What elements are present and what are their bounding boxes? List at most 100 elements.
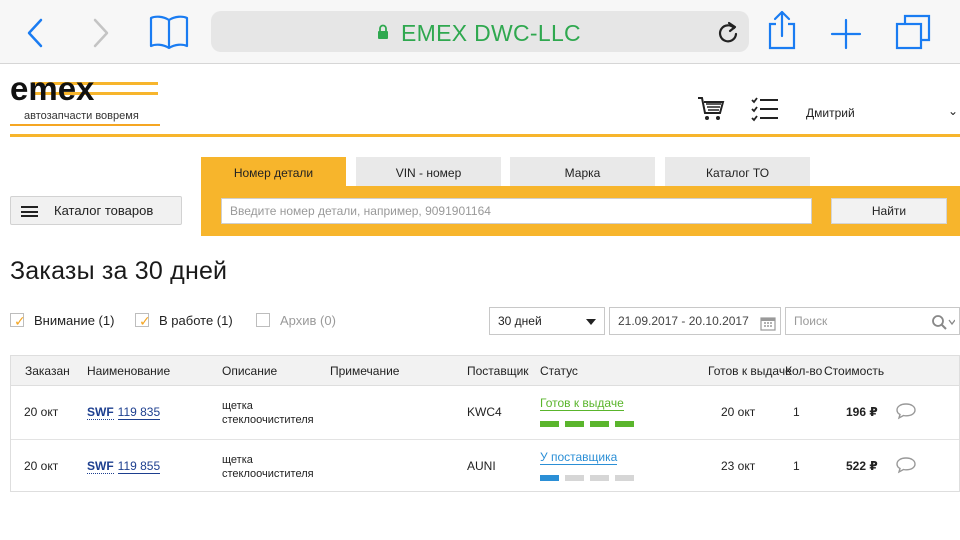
address-bar[interactable]: EMEX DWC-LLC	[211, 11, 749, 52]
quantity: 1	[793, 459, 800, 473]
progress-segment	[615, 475, 634, 481]
ready-date: 20 окт	[721, 405, 756, 419]
col-name[interactable]: Наименование	[87, 364, 170, 378]
table-row[interactable]: 20 окт SWF 119 835 щетка стеклоочистителя…	[11, 386, 959, 439]
progress-segment	[540, 475, 559, 481]
checkbox[interactable]	[256, 313, 270, 327]
part-number-link[interactable]: 119 835	[117, 405, 161, 420]
status-cell: У поставщика	[540, 450, 618, 465]
part-number-link[interactable]: 119 855	[117, 459, 161, 474]
filter-in-work-label: В работе (1)	[159, 313, 233, 328]
logo-tagline: автозапчасти вовремя	[24, 110, 139, 122]
progress-segment	[565, 421, 584, 427]
page-title: Заказы за 30 дней	[10, 257, 228, 285]
ready-date: 23 окт	[721, 459, 756, 473]
part-description: щетка стеклоочистителя	[222, 399, 314, 427]
date-range-value: 21.09.2017 - 20.10.2017	[618, 314, 749, 328]
tab-part-number[interactable]: Номер детали	[201, 157, 346, 186]
col-description[interactable]: Описание	[222, 364, 277, 378]
description-line: стеклоочистителя	[222, 468, 314, 480]
filter-archive-label: Архив (0)	[280, 313, 336, 328]
quantity: 1	[793, 405, 800, 419]
browser-toolbar: EMEX DWC-LLC	[0, 0, 960, 64]
checkmark-icon: ✓	[139, 313, 151, 329]
supplier: AUNI	[467, 459, 496, 473]
plus-icon[interactable]	[830, 18, 862, 55]
ordered-date: 20 окт	[24, 405, 59, 419]
comment-icon[interactable]	[895, 402, 917, 425]
col-note[interactable]: Примечание	[330, 364, 399, 378]
col-ready[interactable]: Готов к выдаче	[708, 364, 792, 378]
filter-attention[interactable]: ✓ Внимание (1)	[10, 312, 120, 330]
progress-segment	[590, 475, 609, 481]
col-ordered[interactable]: Заказан	[25, 364, 70, 378]
status-link[interactable]: Готов к выдаче	[540, 396, 624, 411]
catalog-button[interactable]: Каталог товаров	[10, 196, 182, 225]
table-header: Заказан Наименование Описание Примечание…	[11, 356, 959, 386]
tabs-icon[interactable]	[895, 14, 931, 55]
part-name: SWF 119 835	[87, 405, 161, 420]
emex-logo[interactable]: emex	[10, 70, 160, 111]
description-line: щетка	[222, 454, 253, 466]
lock-icon	[377, 24, 389, 45]
share-icon[interactable]	[766, 10, 798, 55]
search-icon[interactable]	[931, 313, 956, 339]
status-progress	[540, 421, 635, 427]
catalog-button-label: Каталог товаров	[54, 203, 154, 218]
progress-segment	[540, 421, 559, 427]
part-description: щетка стеклоочистителя	[222, 453, 314, 481]
date-range-field[interactable]: 21.09.2017 - 20.10.2017	[609, 307, 781, 335]
col-status[interactable]: Статус	[540, 364, 578, 378]
forward-chevron-icon[interactable]	[92, 18, 110, 53]
orders-search-placeholder: Поиск	[794, 314, 828, 328]
orders-table: Заказан Наименование Описание Примечание…	[10, 355, 960, 492]
part-name: SWF 119 855	[87, 459, 161, 474]
orders-search-input[interactable]: Поиск	[785, 307, 960, 335]
url-text: EMEX DWC-LLC	[401, 20, 581, 46]
comment-icon[interactable]	[895, 456, 917, 479]
search-panel: Введите номер детали, например, 90919011…	[201, 186, 960, 236]
user-name[interactable]: Дмитрий	[806, 106, 855, 120]
logo-text: emex	[10, 72, 95, 106]
status-progress	[540, 475, 635, 481]
cost: 522 ₽	[846, 459, 878, 473]
brand-link[interactable]: SWF	[87, 459, 114, 474]
supplier: KWC4	[467, 405, 502, 419]
col-cost[interactable]: Стоимость	[824, 364, 884, 378]
tab-brand[interactable]: Марка	[510, 157, 655, 186]
period-select[interactable]: 30 дней	[489, 307, 605, 335]
progress-segment	[615, 421, 634, 427]
description-line: стеклоочистителя	[222, 414, 314, 426]
filter-attention-label: Внимание (1)	[34, 313, 115, 328]
part-number-search-input[interactable]: Введите номер детали, например, 90919011…	[221, 198, 812, 224]
status-cell: Готов к выдаче	[540, 396, 624, 411]
bookmarks-book-icon[interactable]	[149, 14, 189, 55]
filter-in-work[interactable]: ✓ В работе (1)	[135, 312, 245, 330]
period-select-value: 30 дней	[498, 314, 542, 328]
menu-icon	[21, 206, 38, 217]
back-chevron-icon[interactable]	[26, 18, 44, 53]
cart-icon[interactable]	[697, 96, 725, 127]
tab-maintenance-catalog[interactable]: Каталог ТО	[665, 157, 810, 186]
calendar-icon[interactable]	[760, 314, 776, 340]
logo-underline	[10, 124, 160, 126]
dropdown-caret-icon	[586, 319, 596, 325]
col-supplier[interactable]: Поставщик	[467, 364, 529, 378]
reload-icon[interactable]	[717, 20, 739, 49]
find-button[interactable]: Найти	[831, 198, 947, 224]
chevron-down-icon[interactable]: ⌄	[948, 104, 958, 118]
filter-archive[interactable]: Архив (0)	[256, 312, 356, 330]
checkbox[interactable]: ✓	[135, 313, 151, 329]
ordered-date: 20 окт	[24, 459, 59, 473]
progress-segment	[565, 475, 584, 481]
table-row[interactable]: 20 окт SWF 119 855 щетка стеклоочистителя…	[11, 439, 959, 492]
header-divider	[10, 134, 960, 137]
col-qty[interactable]: Кол-во	[785, 364, 822, 378]
tab-vin[interactable]: VIN - номер	[356, 157, 501, 186]
checkbox[interactable]: ✓	[10, 313, 26, 329]
brand-link[interactable]: SWF	[87, 405, 114, 420]
cost: 196 ₽	[846, 405, 878, 419]
checklist-icon[interactable]	[751, 96, 779, 127]
checkmark-icon: ✓	[14, 313, 26, 329]
status-link[interactable]: У поставщика	[540, 450, 618, 465]
